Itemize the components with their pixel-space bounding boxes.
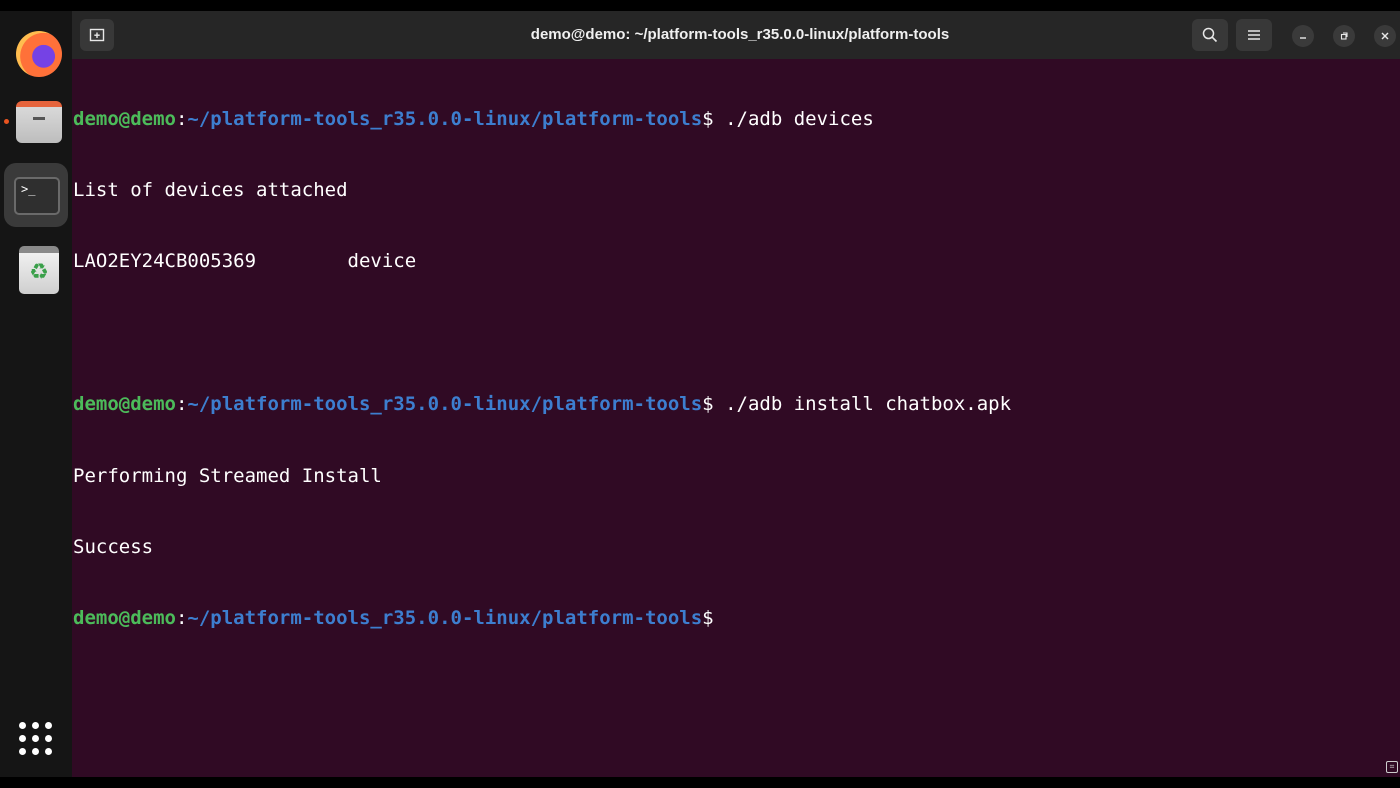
- device-serial: LAO2EY24CB005369: [73, 250, 257, 273]
- bottom-letterbox: [0, 777, 1400, 788]
- dock: >_ ♻: [0, 11, 72, 777]
- command-text: ./adb install chatbox.apk: [713, 393, 1012, 416]
- prompt-symbol: $: [702, 107, 714, 130]
- terminal-line-output: LAO2EY24CB005369 device: [73, 250, 1393, 274]
- prompt-path: ~/platform-tools_r35.0.0-linux/platform-…: [187, 607, 703, 630]
- terminal-window: demo@demo: ~/platform-tools_r35.0.0-linu…: [72, 11, 1400, 777]
- files-icon: [16, 101, 62, 143]
- dock-item-trash[interactable]: ♻: [4, 237, 68, 301]
- terminal-line-prompt: demo@demo:~/platform-tools_r35.0.0-linux…: [73, 607, 714, 630]
- terminal-line-output: List of devices attached: [73, 178, 348, 201]
- terminal-line-prompt: demo@demo:~/platform-tools_r35.0.0-linux…: [73, 107, 874, 130]
- minimize-icon: [1300, 37, 1306, 39]
- terminal-line-prompt: demo@demo:~/platform-tools_r35.0.0-linux…: [73, 393, 1012, 416]
- prompt-user-host: demo@demo: [73, 607, 176, 630]
- close-button[interactable]: [1374, 25, 1396, 47]
- dock-item-files[interactable]: [4, 89, 68, 153]
- prompt-symbol: $: [702, 607, 714, 630]
- restore-icon: [1340, 32, 1348, 40]
- prompt-symbol: $: [702, 393, 714, 416]
- title-bar: demo@demo: ~/platform-tools_r35.0.0-linu…: [72, 11, 1400, 59]
- trash-icon: ♻: [19, 246, 59, 294]
- dock-item-terminal[interactable]: >_: [4, 163, 68, 227]
- restore-button[interactable]: [1333, 25, 1355, 47]
- resize-corner-icon: ⌗: [1386, 761, 1398, 773]
- top-letterbox: [0, 0, 1400, 11]
- firefox-icon: [16, 31, 62, 77]
- terminal-output[interactable]: demo@demo:~/platform-tools_r35.0.0-linux…: [73, 60, 1393, 770]
- menu-icon: [1248, 30, 1260, 40]
- terminal-line-output: Success: [73, 535, 154, 558]
- command-text: ./adb devices: [713, 107, 874, 130]
- search-button[interactable]: [1192, 19, 1228, 51]
- minimize-button[interactable]: [1292, 25, 1314, 47]
- dock-item-firefox[interactable]: [4, 15, 68, 79]
- terminal-icon: >_: [14, 177, 60, 215]
- terminal-line-output: Performing Streamed Install: [73, 464, 382, 487]
- apps-grid-icon[interactable]: [19, 722, 53, 756]
- menu-button[interactable]: [1236, 19, 1272, 51]
- prompt-user-host: demo@demo: [73, 393, 176, 416]
- prompt-path: ~/platform-tools_r35.0.0-linux/platform-…: [187, 107, 703, 130]
- close-icon: [1381, 32, 1389, 40]
- search-icon: [1202, 27, 1218, 43]
- prompt-user-host: demo@demo: [73, 107, 176, 130]
- prompt-path: ~/platform-tools_r35.0.0-linux/platform-…: [187, 393, 703, 416]
- device-state: device: [347, 250, 417, 273]
